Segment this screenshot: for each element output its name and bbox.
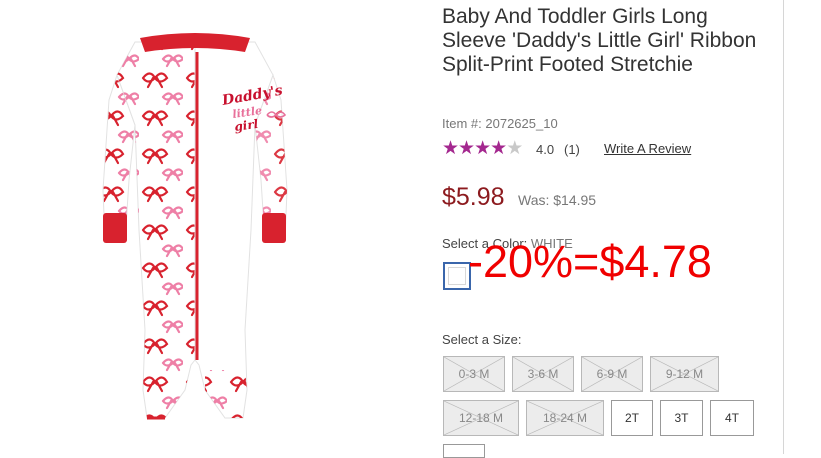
rating-count[interactable]: (1) [564,142,580,157]
size-option-6-9m[interactable]: 6-9 M [581,356,643,392]
rating-value: 4.0 [536,142,555,157]
size-option-partial[interactable] [443,444,485,458]
size-option-label: 9-12 M [665,367,704,381]
discount-annotation: -20%=$4.78 [468,236,712,287]
item-number-value: 2072625_10 [485,116,558,131]
star-icon: ★ [474,138,491,159]
size-option-3-6m[interactable]: 3-6 M [512,356,574,392]
size-option-label: 2T [624,411,639,425]
size-option-label: 6-9 M [596,367,628,381]
size-option-4t[interactable]: 4T [710,400,754,436]
star-icon: ★ [442,138,459,159]
star-icon: ★ [490,138,507,159]
size-option-label: 3T [674,411,689,425]
size-option-9-12m[interactable]: 9-12 M [650,356,719,392]
size-option-label: 3-6 M [527,367,559,381]
swatch-fill [448,267,466,285]
size-option-12-18m[interactable]: 12-18 M [443,400,519,436]
sale-price: $5.98 [442,183,505,211]
item-number: Item #: 2072625_10 [442,116,558,131]
star-icon: ★ [458,138,475,159]
product-title: Baby And Toddler Girls Long Sleeve 'Dadd… [442,5,757,76]
item-number-label: Item #: [442,116,482,131]
product-image[interactable]: Daddy's little girl [95,30,295,425]
right-divider [783,0,784,454]
star-empty-icon: ★ [506,138,523,159]
size-option-label: 0-3 M [458,367,490,381]
write-review-link[interactable]: Write A Review [604,141,691,156]
size-option-label: 18-24 M [542,411,588,425]
pajama-illustration: Daddy's little girl [102,33,288,420]
color-swatch-white[interactable] [443,262,471,290]
rating-stars: ★★★★★ [442,137,523,160]
size-option-18-24m[interactable]: 18-24 M [526,400,604,436]
size-option-label: 12-18 M [458,411,504,425]
size-option-0-3m[interactable]: 0-3 M [443,356,505,392]
size-label: Select a Size: [442,332,522,347]
size-option-label: 4T [724,411,739,425]
was-price: Was: $14.95 [518,192,597,208]
size-option-2t[interactable]: 2T [611,400,653,436]
size-option-3t[interactable]: 3T [660,400,703,436]
